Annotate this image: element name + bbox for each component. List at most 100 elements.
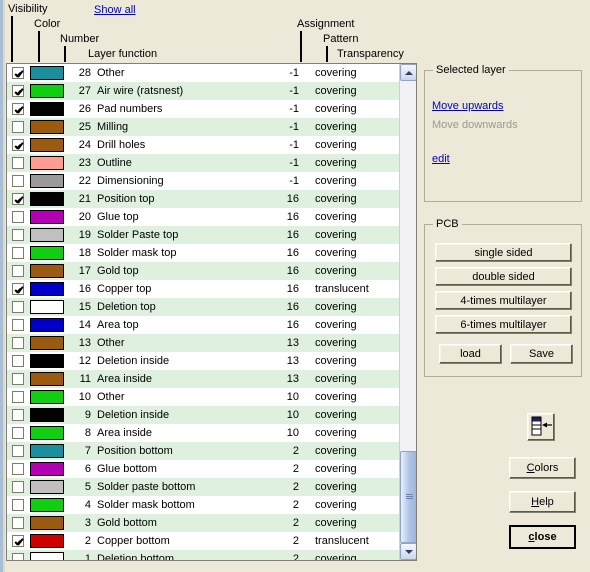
table-row[interactable]: 4 Solder mask bottom 2 covering xyxy=(7,496,400,514)
load-button[interactable]: load xyxy=(439,344,502,364)
layer-list[interactable]: 28 Other -1 covering 27 Air wire (ratsnest) -1… xyxy=(6,63,417,561)
visibility-checkbox[interactable] xyxy=(12,175,24,187)
layer-color-swatch[interactable] xyxy=(30,84,64,98)
table-row[interactable]: 16 Copper top 16 translucent xyxy=(7,280,400,298)
colors-button[interactable]: Colors xyxy=(509,457,576,479)
visibility-checkbox[interactable] xyxy=(12,337,24,349)
table-row[interactable]: 26 Pad numbers -1 covering xyxy=(7,100,400,118)
visibility-checkbox[interactable] xyxy=(12,499,24,511)
six-times-multilayer-button[interactable]: 6-times multilayer xyxy=(435,315,572,334)
table-row[interactable]: 25 Milling -1 covering xyxy=(7,118,400,136)
table-row[interactable]: 14 Area top 16 covering xyxy=(7,316,400,334)
layer-color-swatch[interactable] xyxy=(30,426,64,440)
table-row[interactable]: 19 Solder Paste top 16 covering xyxy=(7,226,400,244)
table-row[interactable]: 3 Gold bottom 2 covering xyxy=(7,514,400,532)
table-row[interactable]: 12 Deletion inside 13 covering xyxy=(7,352,400,370)
table-row[interactable]: 13 Other 13 covering xyxy=(7,334,400,352)
visibility-checkbox[interactable] xyxy=(12,319,24,331)
visibility-checkbox[interactable] xyxy=(12,85,24,97)
layer-color-swatch[interactable] xyxy=(30,192,64,206)
layer-stack-button[interactable] xyxy=(527,413,555,441)
visibility-checkbox[interactable] xyxy=(12,391,24,403)
layer-list-scrollbar[interactable] xyxy=(399,64,416,560)
visibility-checkbox[interactable] xyxy=(12,229,24,241)
layer-color-swatch[interactable] xyxy=(30,318,64,332)
edit-link[interactable]: edit xyxy=(432,153,450,165)
visibility-checkbox[interactable] xyxy=(12,67,24,79)
table-row[interactable]: 7 Position bottom 2 covering xyxy=(7,442,400,460)
layer-color-swatch[interactable] xyxy=(30,210,64,224)
scroll-down-button[interactable] xyxy=(400,543,416,560)
scrollbar-thumb[interactable] xyxy=(400,451,416,543)
layer-color-swatch[interactable] xyxy=(30,246,64,260)
visibility-checkbox[interactable] xyxy=(12,193,24,205)
layer-color-swatch[interactable] xyxy=(30,66,64,80)
table-row[interactable]: 18 Solder mask top 16 covering xyxy=(7,244,400,262)
layer-color-swatch[interactable] xyxy=(30,480,64,494)
table-row[interactable]: 20 Glue top 16 covering xyxy=(7,208,400,226)
layer-color-swatch[interactable] xyxy=(30,372,64,386)
table-row[interactable]: 27 Air wire (ratsnest) -1 covering xyxy=(7,82,400,100)
layer-color-swatch[interactable] xyxy=(30,552,64,560)
layer-color-swatch[interactable] xyxy=(30,138,64,152)
visibility-checkbox[interactable] xyxy=(12,427,24,439)
visibility-checkbox[interactable] xyxy=(12,373,24,385)
visibility-checkbox[interactable] xyxy=(12,139,24,151)
table-row[interactable]: 24 Drill holes -1 covering xyxy=(7,136,400,154)
table-row[interactable]: 23 Outline -1 covering xyxy=(7,154,400,172)
layer-color-swatch[interactable] xyxy=(30,102,64,116)
visibility-checkbox[interactable] xyxy=(12,481,24,493)
layer-color-swatch[interactable] xyxy=(30,462,64,476)
visibility-checkbox[interactable] xyxy=(12,157,24,169)
visibility-checkbox[interactable] xyxy=(12,121,24,133)
layer-color-swatch[interactable] xyxy=(30,516,64,530)
layer-color-swatch[interactable] xyxy=(30,282,64,296)
four-times-multilayer-button[interactable]: 4-times multilayer xyxy=(435,291,572,310)
table-row[interactable]: 8 Area inside 10 covering xyxy=(7,424,400,442)
layer-color-swatch[interactable] xyxy=(30,174,64,188)
visibility-checkbox[interactable] xyxy=(12,283,24,295)
table-row[interactable]: 28 Other -1 covering xyxy=(7,64,400,82)
table-row[interactable]: 6 Glue bottom 2 covering xyxy=(7,460,400,478)
visibility-checkbox[interactable] xyxy=(12,301,24,313)
close-button[interactable]: close xyxy=(509,525,576,549)
visibility-checkbox[interactable] xyxy=(12,535,24,547)
layer-color-swatch[interactable] xyxy=(30,228,64,242)
table-row[interactable]: 22 Dimensioning -1 covering xyxy=(7,172,400,190)
layer-color-swatch[interactable] xyxy=(30,354,64,368)
layer-color-swatch[interactable] xyxy=(30,444,64,458)
visibility-checkbox[interactable] xyxy=(12,409,24,421)
visibility-checkbox[interactable] xyxy=(12,553,24,560)
visibility-checkbox[interactable] xyxy=(12,517,24,529)
layer-color-swatch[interactable] xyxy=(30,336,64,350)
table-row[interactable]: 1 Deletion bottom 2 covering xyxy=(7,550,400,560)
layer-color-swatch[interactable] xyxy=(30,156,64,170)
layer-color-swatch[interactable] xyxy=(30,498,64,512)
visibility-checkbox[interactable] xyxy=(12,211,24,223)
save-button[interactable]: Save xyxy=(510,344,573,364)
visibility-checkbox[interactable] xyxy=(12,355,24,367)
visibility-checkbox[interactable] xyxy=(12,445,24,457)
visibility-checkbox[interactable] xyxy=(12,463,24,475)
single-sided-button[interactable]: single sided xyxy=(435,243,572,262)
scroll-up-button[interactable] xyxy=(400,64,416,81)
show-all-link[interactable]: Show all xyxy=(94,4,136,16)
table-row[interactable]: 10 Other 10 covering xyxy=(7,388,400,406)
visibility-checkbox[interactable] xyxy=(12,247,24,259)
visibility-checkbox[interactable] xyxy=(12,265,24,277)
layer-color-swatch[interactable] xyxy=(30,390,64,404)
layer-color-swatch[interactable] xyxy=(30,408,64,422)
layer-color-swatch[interactable] xyxy=(30,264,64,278)
visibility-checkbox[interactable] xyxy=(12,103,24,115)
table-row[interactable]: 11 Area inside 13 covering xyxy=(7,370,400,388)
move-upwards-link[interactable]: Move upwards xyxy=(432,100,504,112)
table-row[interactable]: 9 Deletion inside 10 covering xyxy=(7,406,400,424)
layer-color-swatch[interactable] xyxy=(30,120,64,134)
table-row[interactable]: 5 Solder paste bottom 2 covering xyxy=(7,478,400,496)
table-row[interactable]: 21 Position top 16 covering xyxy=(7,190,400,208)
layer-color-swatch[interactable] xyxy=(30,534,64,548)
help-button[interactable]: Help xyxy=(509,491,576,513)
table-row[interactable]: 2 Copper bottom 2 translucent xyxy=(7,532,400,550)
table-row[interactable]: 17 Gold top 16 covering xyxy=(7,262,400,280)
layer-color-swatch[interactable] xyxy=(30,300,64,314)
